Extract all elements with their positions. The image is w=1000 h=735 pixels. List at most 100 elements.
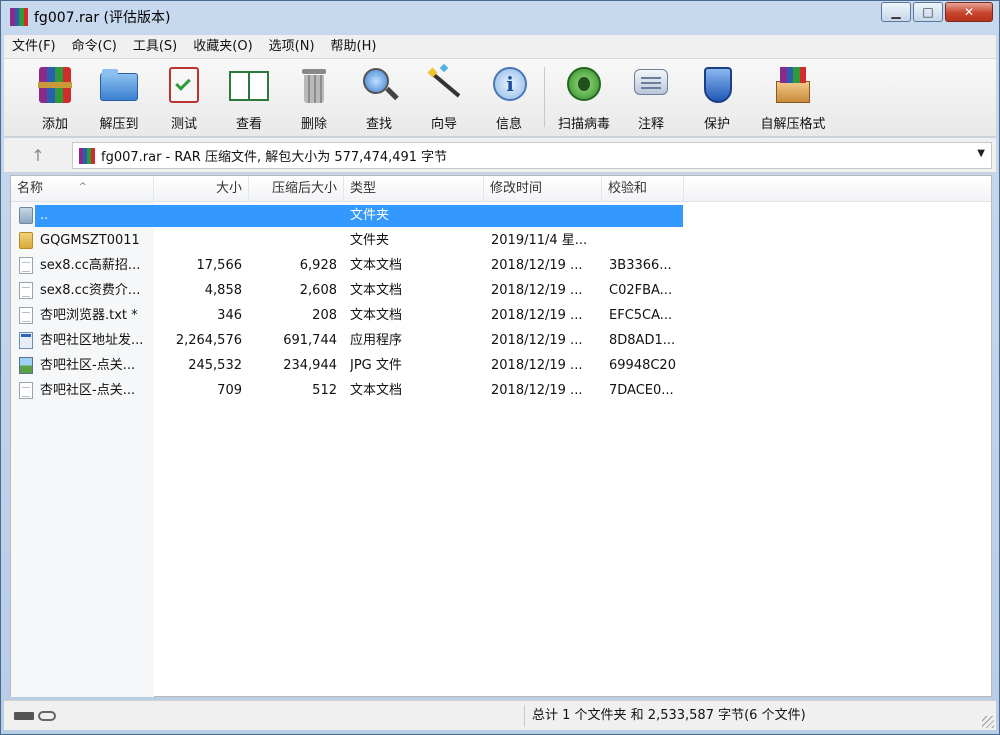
comment-label: 注释: [637, 117, 664, 132]
comment-button[interactable]: 注释: [618, 65, 684, 133]
file-row[interactable]: 杏吧浏览器.txt * 346 208 文本文档 2018/12/19 ... EFC5C…: [11, 303, 991, 328]
minimize-button[interactable]: ▁: [881, 2, 911, 22]
comment-icon: [630, 65, 672, 105]
sort-ascending-icon: ^: [79, 182, 87, 192]
virus-scan-button[interactable]: 扫描病毒: [551, 65, 617, 133]
file-size: [154, 203, 242, 228]
add-label: 添加: [41, 117, 68, 132]
sfx-label: 自解压格式: [760, 117, 826, 132]
column-size[interactable]: 大小: [154, 176, 249, 202]
file-row[interactable]: sex8.cc高薪招... 17,566 6,928 文本文档 2018/12/19 .…: [11, 253, 991, 278]
menu-bar: 文件(F) 命令(C) 工具(S) 收藏夹(O) 选项(N) 帮助(H): [4, 35, 996, 59]
sfx-box-icon: [772, 65, 814, 105]
sfx-button[interactable]: 自解压格式: [756, 65, 830, 133]
file-size: 2,264,576: [175, 333, 242, 348]
shield-icon: [696, 65, 738, 105]
toolbar-separator: [544, 67, 545, 127]
wizard-button[interactable]: 向导: [411, 63, 477, 133]
file-type: 文本文档: [350, 283, 403, 298]
status-divider: [524, 705, 525, 727]
file-checksum: EFC5CA...: [609, 308, 673, 323]
address-bar[interactable]: fg007.rar - RAR 压缩文件, 解包大小为 577,474,491 …: [72, 142, 992, 169]
protect-button[interactable]: 保护: [684, 65, 750, 133]
file-modified: 2018/12/19 ...: [491, 258, 583, 273]
wizard-wand-icon: [423, 63, 465, 105]
title-bar[interactable]: fg007.rar (评估版本) ▁ □ ✕: [1, 1, 999, 33]
menu-file[interactable]: 文件(F): [4, 36, 64, 58]
winrar-app-icon: [10, 8, 28, 26]
text-file-icon: [19, 307, 33, 324]
file-row[interactable]: sex8.cc资费介... 4,858 2,608 文本文档 2018/12/19 ..…: [11, 278, 991, 303]
close-button[interactable]: ✕: [945, 2, 993, 22]
file-row[interactable]: .. 文件夹: [11, 203, 991, 228]
file-packed-size: 208: [312, 308, 337, 323]
find-magnifier-icon: [358, 65, 400, 105]
menu-favorites[interactable]: 收藏夹(O): [185, 36, 260, 58]
file-checksum: C02FBA...: [609, 283, 673, 298]
winrar-window: fg007.rar (评估版本) ▁ □ ✕ 文件(F) 命令(C) 工具(S)…: [0, 0, 1000, 735]
column-modified[interactable]: 修改时间: [484, 176, 602, 202]
file-size: 709: [217, 383, 242, 398]
file-type: 文本文档: [350, 258, 403, 273]
find-button[interactable]: 查找: [346, 65, 412, 133]
file-size: 346: [217, 308, 242, 323]
text-file-icon: [19, 282, 33, 299]
drive-icon: [14, 712, 34, 720]
find-label: 查找: [365, 117, 392, 132]
toolbar: 添加 解压到 测试 查看 删除 查找 向导 i 信息 扫描病毒 注释 保护 自解…: [4, 59, 996, 137]
lock-icon: [38, 711, 56, 721]
archive-path: fg007.rar - RAR 压缩文件, 解包大小为 577,474,491 …: [101, 150, 448, 165]
address-dropdown-icon[interactable]: ▼: [977, 148, 985, 159]
menu-tools[interactable]: 工具(S): [125, 36, 185, 58]
address-row: ↑ fg007.rar - RAR 压缩文件, 解包大小为 577,474,49…: [4, 138, 996, 173]
file-name: 杏吧社区-点关...: [40, 358, 136, 373]
file-modified: 2018/12/19 ...: [491, 333, 583, 348]
file-name: GQGMSZT0011: [40, 233, 140, 248]
wizard-label: 向导: [430, 117, 457, 132]
info-button[interactable]: i 信息: [476, 65, 542, 133]
file-checksum: [609, 203, 683, 228]
file-modified: [491, 203, 599, 228]
extract-to-button[interactable]: 解压到: [86, 65, 152, 133]
file-row[interactable]: 杏吧社区-点关... 245,532 234,944 JPG 文件 2018/12/19…: [11, 353, 991, 378]
file-row[interactable]: GQGMSZT0011 文件夹 2019/11/4 星...: [11, 228, 991, 253]
column-name[interactable]: 名称 ^: [11, 176, 154, 202]
menu-options[interactable]: 选项(N): [261, 36, 323, 58]
test-button[interactable]: 测试: [151, 65, 217, 133]
view-button[interactable]: 查看: [216, 65, 282, 133]
delete-button[interactable]: 删除: [281, 65, 347, 133]
test-label: 测试: [170, 117, 197, 132]
view-book-icon: [228, 65, 270, 105]
status-summary: 总计 1 个文件夹 和 2,533,587 字节(6 个文件): [532, 708, 806, 723]
file-list[interactable]: 名称 ^ 大小 压缩后大小 类型 修改时间 校验和 .. 文件夹 GQGMSZT00…: [10, 175, 992, 697]
file-checksum: 8D8AD1...: [609, 333, 676, 348]
file-size: 4,858: [204, 283, 242, 298]
column-packed-size[interactable]: 压缩后大小: [249, 176, 344, 202]
file-modified: 2018/12/19 ...: [491, 383, 583, 398]
window-title: fg007.rar (评估版本): [34, 10, 171, 26]
file-row[interactable]: 杏吧社区-点关... 709 512 文本文档 2018/12/19 ... 7DACE0…: [11, 378, 991, 403]
file-packed-size: 6,928: [299, 258, 337, 273]
add-archive-icon: [34, 65, 76, 105]
resize-grip-icon[interactable]: [982, 716, 994, 728]
file-checksum: [609, 228, 683, 253]
file-row[interactable]: 杏吧社区地址发... 2,264,576 691,744 应用程序 2018/12/19…: [11, 328, 991, 353]
delete-label: 删除: [300, 117, 327, 132]
file-checksum: 7DACE0...: [609, 383, 674, 398]
window-controls: ▁ □ ✕: [879, 2, 993, 22]
file-modified: 2018/12/19 ...: [491, 308, 583, 323]
file-packed-size: 512: [312, 383, 337, 398]
file-size: [154, 228, 242, 253]
column-checksum[interactable]: 校验和: [602, 176, 684, 202]
virus-scan-label: 扫描病毒: [557, 117, 610, 132]
text-file-icon: [19, 382, 33, 399]
file-name: sex8.cc高薪招...: [40, 258, 141, 273]
up-one-level-button[interactable]: ↑: [18, 145, 58, 167]
menu-commands[interactable]: 命令(C): [64, 36, 125, 58]
menu-help[interactable]: 帮助(H): [323, 36, 385, 58]
column-type[interactable]: 类型: [344, 176, 484, 202]
maximize-button[interactable]: □: [913, 2, 943, 22]
file-checksum: 69948C20: [609, 358, 676, 373]
extract-to-folder-icon: [98, 65, 140, 105]
add-button[interactable]: 添加: [22, 65, 88, 133]
